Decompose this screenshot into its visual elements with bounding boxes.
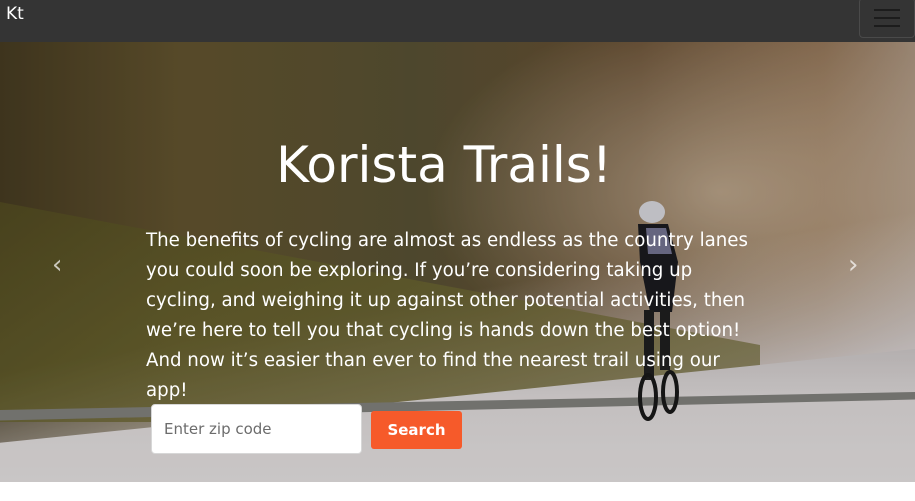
hamburger-menu-icon	[874, 9, 900, 11]
navbar-toggler-button[interactable]	[859, 0, 915, 38]
search-button[interactable]: Search	[371, 411, 462, 449]
zip-code-input[interactable]	[151, 404, 362, 454]
navbar: Kt	[0, 0, 915, 42]
brand-logo[interactable]: Kt	[6, 4, 24, 24]
page-title: Korista Trails!	[276, 135, 612, 194]
hero-description: The benefits of cycling are almost as en…	[146, 230, 748, 402]
chevron-right-icon[interactable]: ›	[848, 250, 858, 280]
bottom-strip	[0, 482, 915, 501]
chevron-left-icon[interactable]: ‹	[52, 250, 62, 280]
